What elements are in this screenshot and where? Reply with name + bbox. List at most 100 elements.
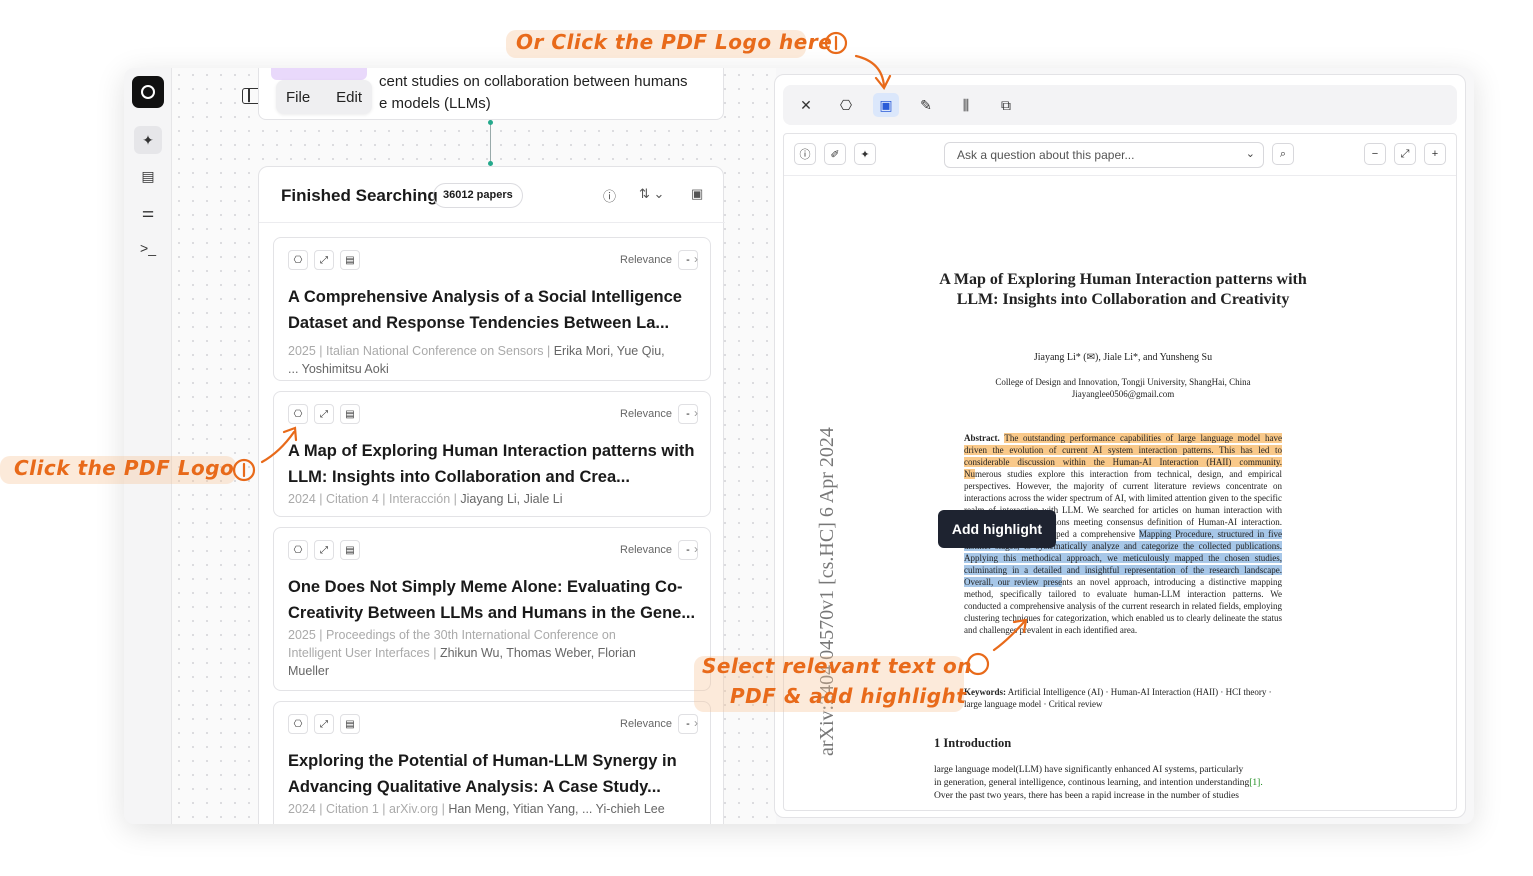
pdf-logo-icon[interactable]: ▣ [873, 93, 899, 117]
paper-card-3[interactable]: ⎔ ⤢ ▤ Relevance - › One Does Not Simply … [273, 527, 711, 691]
paper-authors: Zhikun Wu, Thomas Weber, Florian [439, 646, 636, 660]
pdf-page: arXiv:2404.04570v1 [cs.HC] 6 Apr 2024 A … [784, 176, 1456, 810]
menubar: File Edit [276, 80, 373, 114]
results-panel: Finished Searching 36012 papers ⓘ ⇅ ⌄ ▣ … [258, 166, 725, 824]
paper-title[interactable]: A Map of Exploring Human Interaction pat… [288, 438, 698, 490]
pdf-affiliation[interactable]: College of Design and Innovation, Tongji… [934, 376, 1312, 400]
pdf-authors[interactable]: Jiayang Li* (✉), Jiale Li*, and Yunsheng… [934, 352, 1312, 363]
query-line-1: cent studies on collaboration between hu… [379, 73, 688, 90]
relevance-label: Relevance [620, 718, 672, 730]
ask-question-input[interactable]: Ask a question about this paper... ⌄ [944, 142, 1264, 168]
chevron-down-icon[interactable]: ⌄ [1246, 147, 1255, 160]
search-icon[interactable]: ⌕ [1272, 143, 1294, 165]
chevron-right-icon[interactable]: › [694, 542, 698, 556]
paper-title[interactable]: One Does Not Simply Meme Alone: Evaluati… [288, 574, 698, 626]
paper-meta: 2024 | Citation 4 | Interacción | Jiayan… [288, 492, 563, 506]
paper-authors: Jiayang Li, Jiale Li [460, 492, 563, 506]
results-title: Finished Searching [281, 186, 438, 205]
paper-venue: Italian National Conference on Sensors [326, 344, 544, 358]
annotation-right-1: Select relevant text on [702, 654, 972, 678]
email-text: Jiayanglee0506@gmail.com [1071, 389, 1175, 399]
left-rail: ✦ ▤ ⚌ >_ [124, 68, 172, 824]
paper-card-2[interactable]: ⎔ ⤢ ▤ Relevance - › A Map of Exploring H… [273, 391, 711, 517]
pencil-icon[interactable]: ✎ [913, 93, 939, 117]
chevron-right-icon[interactable]: › [694, 406, 698, 420]
pdf-keywords[interactable]: Keywords: Artificial Intelligence (AI) ·… [964, 686, 1282, 710]
bookmark-icon[interactable]: ⎔ [288, 250, 308, 270]
info-icon[interactable]: ⓘ [794, 143, 816, 165]
library-icon[interactable]: ⫼ [953, 93, 979, 117]
stage: ✦ ▤ ⚌ >_ cent studies on collaboration b… [0, 0, 1533, 876]
add-highlight-button[interactable]: Add highlight [938, 510, 1056, 548]
sliders-icon[interactable]: ⚌ [134, 198, 162, 226]
affiliation-text: College of Design and Innovation, Tongji… [995, 377, 1251, 387]
paper-title[interactable]: A Comprehensive Analysis of a Social Int… [288, 284, 698, 336]
canvas: cent studies on collaboration between hu… [172, 68, 776, 824]
copy-icon[interactable]: ⧉ [993, 93, 1019, 117]
paper-authors-more: Mueller [288, 664, 329, 678]
expand-icon[interactable]: ⤢ [314, 714, 334, 734]
bookmark-icon[interactable]: ⎔ [833, 93, 859, 117]
highlighter-icon[interactable]: ✐ [824, 143, 846, 165]
paper-citations: Citation 4 [326, 492, 379, 506]
card-toolbar: ⎔ ⤢ ▤ [288, 540, 360, 560]
pdf-viewer-toolbar: ⓘ ✐ ✦ Ask a question about this paper...… [784, 134, 1456, 176]
info-icon[interactable]: ⓘ [603, 186, 616, 205]
paper-meta: 2025 | Italian National Conference on Se… [288, 344, 665, 376]
chevron-right-icon[interactable]: › [694, 252, 698, 266]
zoom-out-icon[interactable]: − [1364, 143, 1386, 165]
intro-text[interactable]: large language model(LLM) have significa… [934, 764, 1334, 803]
pdf-icon[interactable]: ▤ [340, 540, 360, 560]
intro-line-1: large language model(LLM) have significa… [934, 765, 1244, 775]
terminal-icon[interactable]: >_ [134, 234, 162, 262]
relevance-label: Relevance [620, 544, 672, 556]
card-toolbar: ⎔ ⤢ ▤ [288, 250, 360, 270]
intro-line-2: in generation, general intelligence, con… [934, 777, 1334, 790]
sparkle-icon[interactable]: ✦ [134, 126, 162, 154]
node-connector [488, 120, 493, 166]
paper-meta: 2025 | Proceedings of the 30th Internati… [288, 628, 636, 678]
paper-authors: Erika Mori, Yue Qiu, [553, 344, 665, 358]
ask-placeholder: Ask a question about this paper... [957, 148, 1135, 162]
pdf-icon[interactable]: ▤ [340, 714, 360, 734]
intro-line-3: Over the past two years, there has been … [934, 791, 1239, 801]
sparkle-icon[interactable]: ✦ [854, 143, 876, 165]
paper-title[interactable]: Exploring the Potential of Human-LLM Syn… [288, 748, 698, 800]
paper-meta: 2024 | Citation 1 | arXiv.org | Han Meng… [288, 802, 665, 816]
menu-file[interactable]: File [286, 89, 310, 106]
circle-icon [141, 85, 155, 99]
app-logo[interactable] [132, 76, 164, 108]
chevron-right-icon[interactable]: › [694, 716, 698, 730]
paper-authors: Han Meng, Yitian Yang, ... Yi-chieh Lee [448, 802, 665, 816]
pdf-icon[interactable]: ▤ [340, 404, 360, 424]
menu-edit[interactable]: Edit [336, 89, 362, 106]
sort-icon[interactable]: ⇅ ⌄ [639, 186, 664, 202]
paper-venue: arXiv.org [389, 802, 439, 816]
citation-link[interactable]: [1]. [1249, 778, 1262, 788]
paper-card-1[interactable]: ⎔ ⤢ ▤ Relevance - › A Comprehensive Anal… [273, 237, 711, 381]
annotation-right-2: PDF & add highlight [730, 684, 967, 708]
archive-icon[interactable]: ▣ [691, 186, 703, 202]
bookmark-icon[interactable]: ⎔ [288, 404, 308, 424]
pdf-icon[interactable]: ▤ [340, 250, 360, 270]
results-header: Finished Searching 36012 papers ⓘ ⇅ ⌄ ▣ [259, 167, 725, 223]
zoom-in-icon[interactable]: + [1424, 143, 1446, 165]
document-icon[interactable]: ▤ [134, 162, 162, 190]
expand-icon[interactable]: ⤢ [314, 250, 334, 270]
paper-citations: Citation 1 [326, 802, 379, 816]
expand-icon[interactable]: ⤢ [314, 540, 334, 560]
pdf-title[interactable]: A Map of Exploring Human Interaction pat… [934, 270, 1312, 310]
close-icon[interactable]: ✕ [793, 93, 819, 117]
paper-year: 2025 [288, 628, 316, 642]
fullscreen-icon[interactable]: ⤢ [1394, 143, 1416, 165]
paper-card-4[interactable]: ⎔ ⤢ ▤ Relevance - › Exploring the Potent… [273, 701, 711, 824]
paper-venue: Proceedings of the 30th International Co… [326, 628, 616, 642]
bookmark-icon[interactable]: ⎔ [288, 714, 308, 734]
expand-icon[interactable]: ⤢ [314, 404, 334, 424]
paper-venue: Interacción [389, 492, 451, 506]
keywords-label: Keywords: [964, 687, 1006, 697]
section-heading[interactable]: 1 Introduction [934, 736, 1011, 751]
results-count-badge: 36012 papers [433, 183, 523, 208]
bookmark-icon[interactable]: ⎔ [288, 540, 308, 560]
pdf-top-toolbar: ✕ ⎔ ▣ ✎ ⫼ ⧉ [783, 85, 1457, 125]
